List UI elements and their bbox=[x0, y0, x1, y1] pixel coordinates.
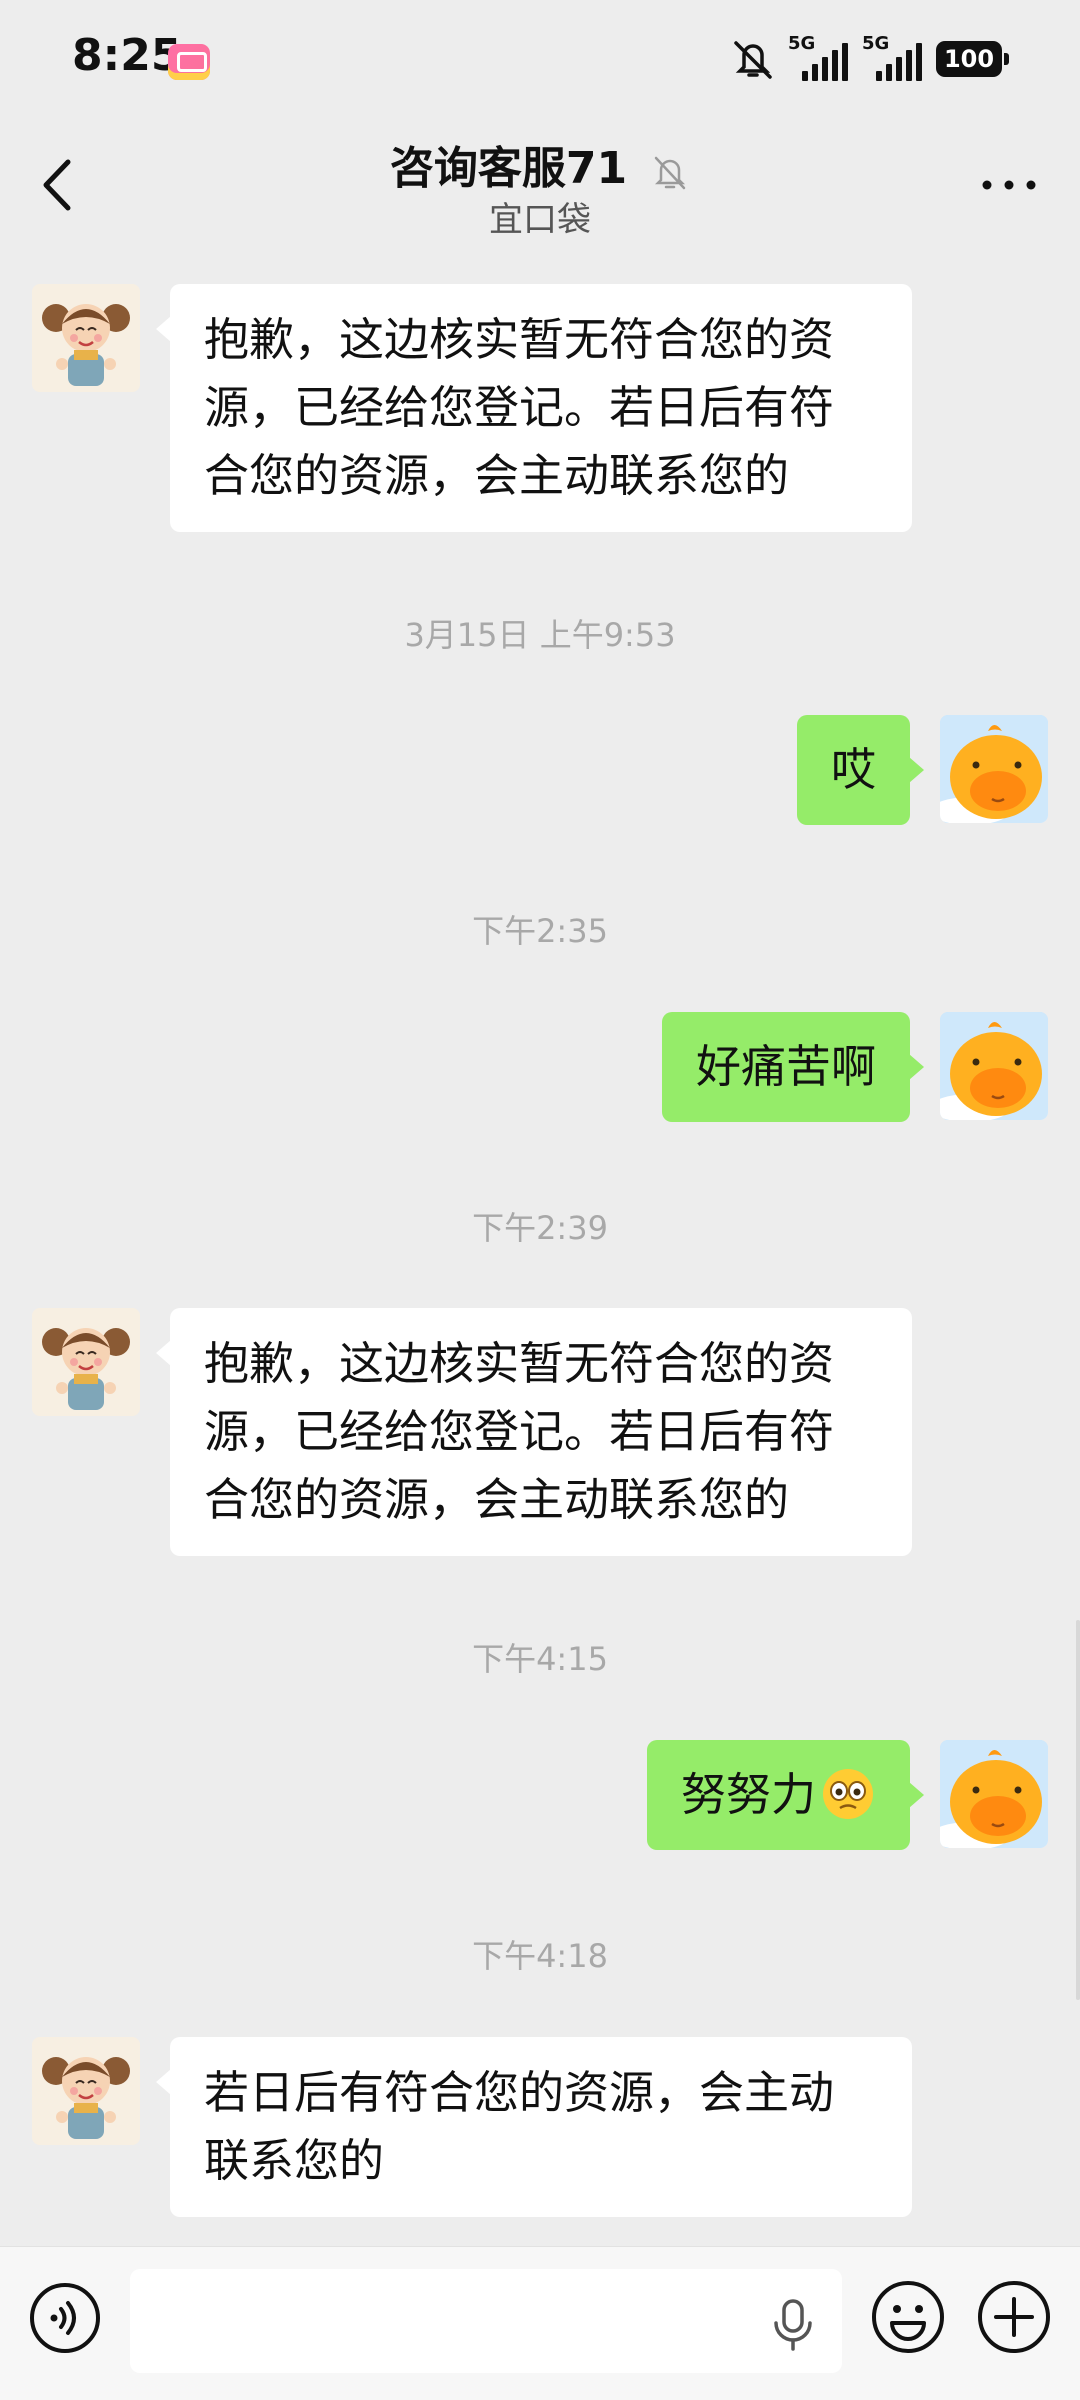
more-dots-icon[interactable] bbox=[974, 160, 1044, 210]
message-input[interactable] bbox=[130, 2269, 842, 2373]
outgoing-message[interactable]: 好痛苦啊 bbox=[661, 1012, 925, 1122]
message-timestamp: 下午2:35 bbox=[472, 912, 608, 950]
status-icons: 5G 5G 100 bbox=[730, 33, 1009, 84]
outgoing-message[interactable]: 努努力 bbox=[646, 1740, 925, 1850]
message-text: 努努力 bbox=[680, 1768, 816, 1821]
contact-avatar[interactable] bbox=[32, 1308, 140, 1416]
battery-indicator: 100 bbox=[936, 41, 1009, 77]
my-avatar[interactable] bbox=[940, 1740, 1048, 1848]
voice-mode-icon[interactable] bbox=[28, 2281, 102, 2355]
chat-header: 咨询客服71 宜口袋 bbox=[0, 120, 1080, 250]
scrollbar[interactable] bbox=[1076, 1620, 1080, 2000]
message-timestamp: 下午2:39 bbox=[472, 1209, 608, 1247]
plus-circle-icon[interactable] bbox=[976, 2279, 1052, 2355]
message-input-bar bbox=[0, 2246, 1080, 2400]
signal-icon-sim1: 5G bbox=[788, 33, 850, 81]
holding-back-tears-emoji-icon bbox=[823, 1769, 873, 1819]
my-avatar[interactable] bbox=[940, 715, 1048, 823]
incoming-message[interactable]: 若日后有符合您的资源，会主动联系您的 bbox=[156, 2037, 912, 2217]
signal-icon-sim2: 5G bbox=[862, 33, 924, 81]
message-text: 哎 bbox=[830, 743, 876, 796]
microphone-icon[interactable] bbox=[770, 2297, 816, 2353]
title-wrap: 咨询客服71 bbox=[0, 132, 1080, 199]
message-timestamp: 下午4:15 bbox=[472, 1640, 608, 1678]
message-text: 好痛苦啊 bbox=[695, 1040, 876, 1093]
vibrate-mute-icon bbox=[734, 41, 772, 79]
bell-off-icon bbox=[654, 156, 686, 189]
contact-avatar[interactable] bbox=[32, 284, 140, 392]
message-text: 抱歉，这边核实暂无符合您的资源，已经给您登记。若日后有符合您的资源，会主动联系您… bbox=[204, 1337, 835, 1526]
status-bar: 8:25 5G 5G 100 bbox=[0, 0, 1080, 120]
message-timestamp: 下午4:18 bbox=[472, 1937, 608, 1975]
smiley-icon[interactable] bbox=[870, 2279, 946, 2355]
chat-subtitle: 宜口袋 bbox=[489, 200, 591, 240]
message-text: 抱歉，这边核实暂无符合您的资源，已经给您登记。若日后有符合您的资源，会主动联系您… bbox=[204, 313, 835, 502]
status-time: 8:25 bbox=[72, 30, 182, 81]
incoming-message[interactable]: 抱歉，这边核实暂无符合您的资源，已经给您登记。若日后有符合您的资源，会主动联系您… bbox=[156, 284, 912, 532]
outgoing-message[interactable]: 哎 bbox=[796, 715, 925, 825]
bilibili-app-icon bbox=[168, 44, 210, 80]
message-timestamp: 3月15日 上午9:53 bbox=[404, 616, 676, 654]
my-avatar[interactable] bbox=[940, 1012, 1048, 1120]
chat-title: 咨询客服71 bbox=[389, 143, 628, 194]
battery-level: 100 bbox=[943, 45, 995, 73]
chat-screen: 8:25 5G 5G 100 咨询客服71 宜口袋 抱歉，这边核实暂无符合您的资… bbox=[0, 0, 1080, 2400]
contact-avatar[interactable] bbox=[32, 2037, 140, 2145]
message-text: 若日后有符合您的资源，会主动联系您的 bbox=[204, 2066, 835, 2187]
incoming-message[interactable]: 抱歉，这边核实暂无符合您的资源，已经给您登记。若日后有符合您的资源，会主动联系您… bbox=[156, 1308, 912, 1556]
